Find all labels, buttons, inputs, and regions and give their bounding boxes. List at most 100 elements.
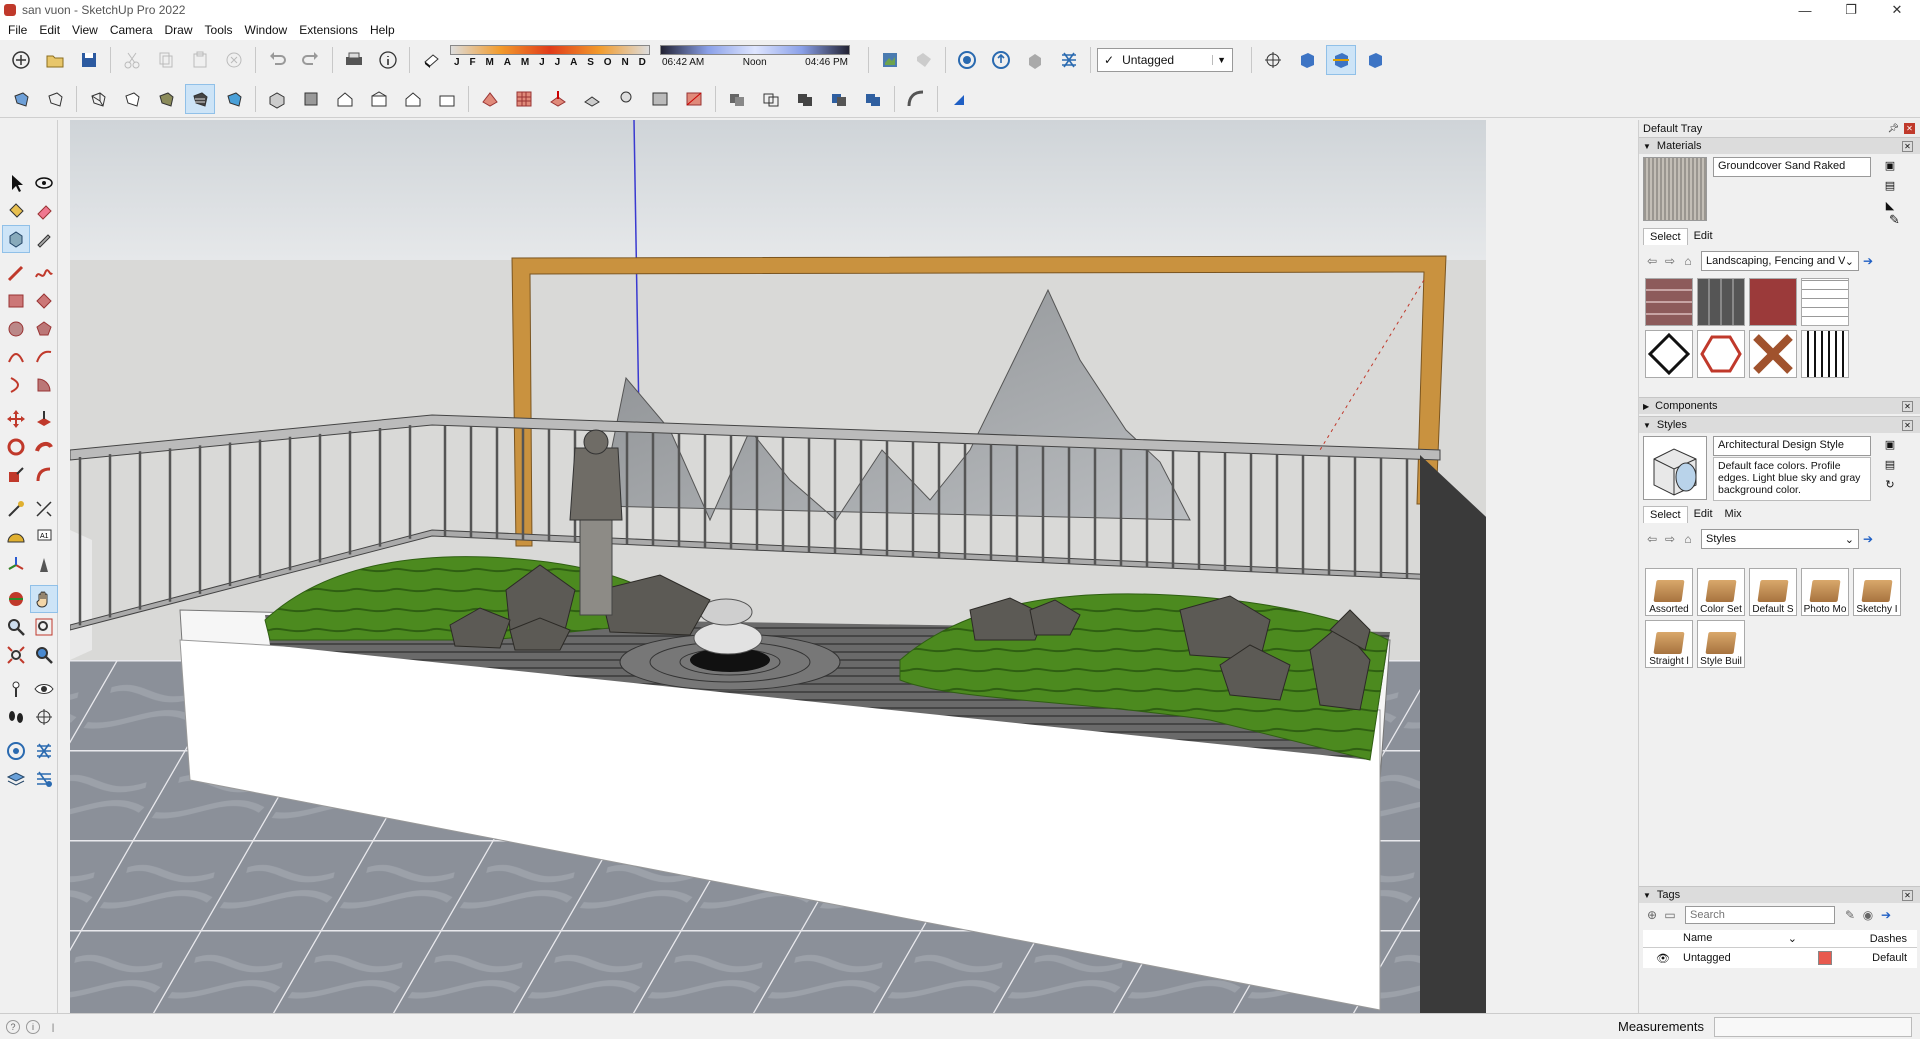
section-plane-button[interactable] (1292, 45, 1322, 75)
shadows-toggle-button[interactable] (416, 45, 446, 75)
copy-button[interactable] (151, 45, 181, 75)
details-arrow-icon[interactable]: ➔ (1859, 530, 1877, 548)
credits-icon[interactable]: i (26, 1019, 40, 1034)
tags-close-button[interactable]: ✕ (1902, 889, 1913, 901)
material-name-field[interactable]: Groundcover Sand Raked (1713, 157, 1871, 177)
follow-me-extension-button[interactable] (901, 84, 931, 114)
line-tool[interactable] (2, 259, 30, 287)
shadow-month-slider[interactable]: J F M A M J J A S O N D (450, 45, 650, 75)
style-folder[interactable]: Default S (1749, 568, 1797, 616)
paint-bucket-tool[interactable] (2, 197, 30, 225)
polygon-tool[interactable] (30, 315, 58, 343)
3d-text-tool[interactable] (30, 551, 58, 579)
open-button[interactable] (40, 45, 70, 75)
wireframe-button[interactable] (83, 84, 113, 114)
position-camera-tool[interactable] (2, 675, 30, 703)
add-detail-button[interactable] (645, 84, 675, 114)
position-camera-button[interactable] (1258, 45, 1288, 75)
styles-panel-header[interactable]: ▼ Styles ✕ (1639, 416, 1920, 433)
follow-me-tool[interactable] (30, 433, 58, 461)
add-location-button[interactable] (875, 45, 905, 75)
menu-extensions[interactable]: Extensions (293, 23, 364, 37)
material-swatch[interactable] (1801, 330, 1849, 378)
styles-tab-mix[interactable]: Mix (1719, 506, 1748, 523)
paste-button[interactable] (185, 45, 215, 75)
section-plane-tool[interactable] (30, 703, 58, 731)
extension-warehouse-tool[interactable] (30, 737, 58, 765)
style-folder[interactable]: Photo Mo (1801, 568, 1849, 616)
cut-button[interactable] (117, 45, 147, 75)
add-folder-icon[interactable]: ▭ (1661, 906, 1679, 924)
offset-tool[interactable] (30, 461, 58, 489)
material-swatch[interactable] (1645, 278, 1693, 326)
sandbox-from-scratch-button[interactable] (509, 84, 539, 114)
pie-tool[interactable] (30, 371, 58, 399)
hidden-line-button[interactable] (117, 84, 147, 114)
shadow-time-slider[interactable]: 06:42 AM Noon 04:46 PM (660, 45, 850, 75)
tag-search-input[interactable] (1685, 906, 1835, 924)
eraser-tool[interactable] (30, 197, 58, 225)
close-button[interactable]: ✕ (1874, 0, 1920, 20)
iso-view-button[interactable] (262, 84, 292, 114)
right-view-button[interactable] (364, 84, 394, 114)
rectangle-tool[interactable] (2, 287, 30, 315)
styles-library-dropdown[interactable]: Styles ⌄ (1701, 529, 1859, 549)
menu-file[interactable]: File (2, 23, 33, 37)
front-view-button[interactable] (330, 84, 360, 114)
create-material-icon[interactable]: ▣ (1883, 158, 1897, 172)
styles-close-button[interactable]: ✕ (1902, 419, 1913, 431)
solid-inspector-button[interactable] (944, 84, 974, 114)
forward-arrow-icon[interactable]: ⇨ (1661, 530, 1679, 548)
menu-edit[interactable]: Edit (33, 23, 66, 37)
left-view-button[interactable] (432, 84, 462, 114)
axes-tool[interactable] (2, 551, 30, 579)
style-folder[interactable]: Color Set (1697, 568, 1745, 616)
styles-tab-select[interactable]: Select (1643, 506, 1688, 523)
drape-button[interactable] (611, 84, 641, 114)
orbit-tool[interactable] (30, 169, 58, 197)
three-point-arc-tool[interactable] (2, 371, 30, 399)
zoom-window-tool[interactable] (30, 613, 58, 641)
tags-panel-header[interactable]: ▼ Tags ✕ (1639, 886, 1920, 903)
sample-paint-icon[interactable]: ◣ (1883, 198, 1897, 212)
subtract-button[interactable] (824, 84, 854, 114)
stamp-button[interactable] (577, 84, 607, 114)
rotated-rectangle-tool[interactable] (30, 287, 58, 315)
warehouse-button[interactable] (952, 45, 982, 75)
menu-help[interactable]: Help (364, 23, 401, 37)
material-swatch[interactable] (1697, 278, 1745, 326)
eye-icon[interactable]: 👁︎ (1643, 952, 1683, 965)
save-button[interactable] (74, 45, 104, 75)
material-swatch[interactable] (1749, 278, 1797, 326)
back-arrow-icon[interactable]: ⇦ (1643, 252, 1661, 270)
xray-button[interactable] (6, 84, 36, 114)
material-swatch[interactable] (1801, 278, 1849, 326)
material-swatch[interactable] (1749, 330, 1797, 378)
arc-tool[interactable] (2, 343, 30, 371)
scale-tool[interactable] (2, 461, 30, 489)
create-style-icon[interactable]: ▣ (1883, 437, 1897, 451)
pin-icon[interactable]: 📌︎ (1888, 123, 1899, 134)
display-section-cuts-button[interactable] (1360, 45, 1390, 75)
warehouse-tool[interactable] (2, 737, 30, 765)
add-location-tool[interactable] (30, 641, 58, 669)
smoove-button[interactable] (543, 84, 573, 114)
update-style-icon[interactable]: ▤ (1883, 457, 1897, 471)
eyedropper-icon[interactable]: ✎ (1889, 212, 1900, 228)
zoom-tool[interactable] (2, 613, 30, 641)
tag-dashes[interactable]: Default (1847, 952, 1907, 964)
details-arrow-icon[interactable]: ➔ (1877, 906, 1895, 924)
shaded-textures-button[interactable] (185, 83, 215, 114)
materials-library-dropdown[interactable]: Landscaping, Fencing and Ve ⌄ (1701, 251, 1859, 271)
components-panel-header[interactable]: ▶ Components ✕ (1639, 397, 1920, 414)
push-pull-tool[interactable] (30, 405, 58, 433)
style-name-field[interactable]: Architectural Design Style (1713, 436, 1871, 456)
share-component-button[interactable] (1020, 45, 1050, 75)
outer-shell-button[interactable] (722, 84, 752, 114)
intersect-button[interactable] (756, 84, 786, 114)
styles-tab-edit[interactable]: Edit (1688, 506, 1719, 523)
active-tag-dropdown[interactable]: ✓ Untagged ▼ (1097, 48, 1233, 72)
tape-measure-tool-2[interactable] (2, 495, 30, 523)
text-tool[interactable]: A1 (30, 523, 58, 551)
photo-textures-button[interactable] (909, 45, 939, 75)
